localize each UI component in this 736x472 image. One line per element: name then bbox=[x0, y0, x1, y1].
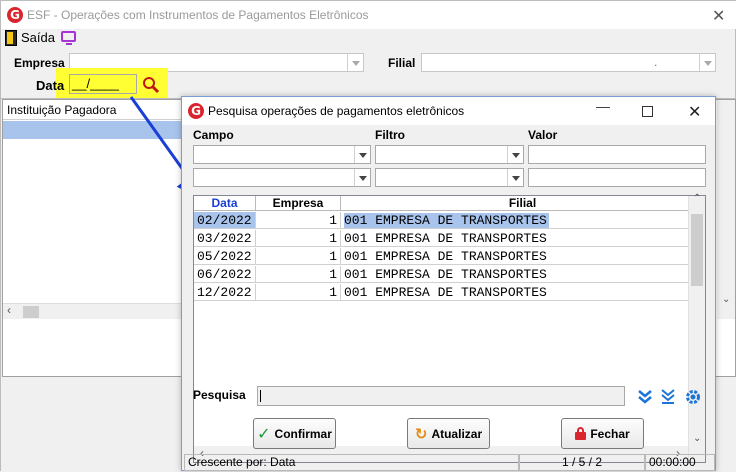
grid-header-filial[interactable]: Filial bbox=[341, 196, 705, 211]
search-dialog: G Pesquisa operações de pagamentos eletr… bbox=[181, 96, 716, 471]
double-chevron-down-icon[interactable] bbox=[637, 389, 653, 405]
grid-header-empresa[interactable]: Empresa bbox=[256, 196, 341, 211]
table-row[interactable]: 03/2022 1 001 EMPRESA DE TRANSPORTES bbox=[194, 230, 688, 247]
filtro-select-1[interactable] bbox=[375, 145, 524, 164]
table-row[interactable]: 12/2022 1 001 EMPRESA DE TRANSPORTES bbox=[194, 284, 688, 301]
dialog-logo-icon: G bbox=[188, 103, 204, 119]
campo-label: Campo bbox=[193, 128, 234, 142]
maximize-icon[interactable] bbox=[642, 106, 653, 117]
pesquisa-input[interactable] bbox=[257, 386, 625, 406]
check-icon: ✓ bbox=[257, 424, 271, 443]
status-sort: Crescente por: Data bbox=[184, 454, 519, 471]
confirm-button[interactable]: ✓ Confirmar bbox=[253, 418, 336, 449]
valor-input-2[interactable] bbox=[528, 168, 706, 187]
chevron-down-bottom-icon[interactable] bbox=[660, 389, 676, 405]
filtro-label: Filtro bbox=[375, 128, 405, 142]
table-row[interactable]: 05/2022 1 001 EMPRESA DE TRANSPORTES bbox=[194, 248, 688, 265]
table-row[interactable]: 02/2022 1 001 EMPRESA DE TRANSPORTES bbox=[194, 212, 688, 229]
grid-vertical-scrollbar[interactable]: ⌃ ⌄ bbox=[688, 193, 705, 462]
dialog-close-icon[interactable]: ✕ bbox=[688, 102, 701, 121]
grid-header-data[interactable]: Data bbox=[194, 196, 256, 211]
refresh-icon: ↻ bbox=[414, 424, 428, 443]
lock-icon bbox=[575, 427, 587, 440]
dialog-title-bar: G Pesquisa operações de pagamentos eletr… bbox=[182, 97, 715, 125]
status-time: 00:00:00 bbox=[645, 454, 715, 471]
minimize-icon[interactable]: — bbox=[596, 98, 610, 114]
campo-select-2[interactable] bbox=[193, 168, 371, 187]
valor-input-1[interactable] bbox=[528, 145, 706, 164]
pesquisa-label: Pesquisa bbox=[193, 388, 246, 402]
table-row[interactable]: 06/2022 1 001 EMPRESA DE TRANSPORTES bbox=[194, 266, 688, 283]
campo-select-1[interactable] bbox=[193, 145, 371, 164]
gear-icon[interactable] bbox=[685, 389, 701, 405]
dialog-title: Pesquisa operações de pagamentos eletrôn… bbox=[208, 104, 465, 118]
filtro-select-2[interactable] bbox=[375, 168, 524, 187]
status-position: 1 / 5 / 2 bbox=[519, 454, 645, 471]
refresh-button[interactable]: ↻ Atualizar bbox=[407, 418, 490, 449]
close-button[interactable]: Fechar bbox=[561, 418, 644, 449]
valor-label: Valor bbox=[528, 128, 558, 142]
